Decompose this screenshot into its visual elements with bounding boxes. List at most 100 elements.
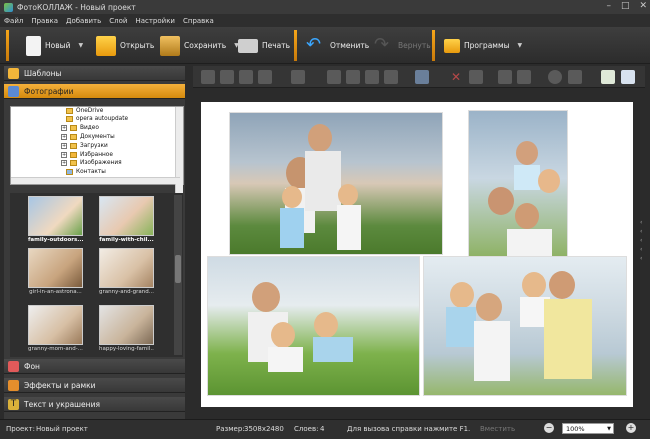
tree-item[interactable]: + Изображения xyxy=(61,159,122,167)
folder-icon xyxy=(70,125,77,131)
collage-photo[interactable] xyxy=(468,110,568,262)
side-collapse-arrows[interactable]: ‹ ‹ ‹ ‹ ‹ xyxy=(640,218,642,263)
expand-icon[interactable]: + xyxy=(61,143,67,149)
layer-down-icon[interactable] xyxy=(220,70,234,84)
redo-button[interactable]: ↷ Вернуть xyxy=(374,32,431,59)
printer-icon xyxy=(238,38,258,53)
tree-horizontal-scrollbar[interactable] xyxy=(11,177,180,184)
zoom-select[interactable]: 100% ▼ xyxy=(562,423,614,434)
new-button[interactable]: Новый ▼ xyxy=(26,32,83,59)
flip-vertical-icon[interactable] xyxy=(365,70,379,84)
thumbnail-image xyxy=(99,248,154,288)
toolbar-separator xyxy=(6,30,9,61)
flip-right-icon[interactable] xyxy=(346,70,360,84)
family-photo-image xyxy=(280,124,361,250)
photo-thumbnail[interactable]: granny-mom-and-... xyxy=(28,305,83,355)
menu-settings[interactable]: Настройки xyxy=(135,17,175,25)
expand-icon[interactable]: + xyxy=(61,160,67,166)
zoom-out-icon[interactable]: − xyxy=(544,423,554,433)
tree-item[interactable]: OneDrive xyxy=(66,107,103,115)
layer-back-icon[interactable] xyxy=(201,70,215,84)
undo-button[interactable]: ↶ Отменить xyxy=(306,32,369,59)
toolbar-separator xyxy=(294,30,297,61)
expand-icon[interactable]: + xyxy=(61,125,67,131)
photo-thumbnail[interactable]: granny-and-grand... xyxy=(99,248,154,298)
layer-front-icon[interactable] xyxy=(258,70,272,84)
chevron-down-icon[interactable]: ▼ xyxy=(607,424,611,434)
close-icon[interactable]: ✕ xyxy=(639,1,647,11)
project-label: Проект: xyxy=(6,425,35,433)
title-bar: ФотоКОЛЛАЖ - Новый проект – □ ✕ xyxy=(0,0,650,14)
thumbnail-image xyxy=(99,305,154,345)
effects-icon xyxy=(8,379,19,391)
flip-horizontal-icon[interactable] xyxy=(384,70,398,84)
collage-photo[interactable] xyxy=(207,256,420,396)
folder-icon xyxy=(70,143,77,149)
menu-help[interactable]: Справка xyxy=(183,17,214,25)
tree-item[interactable]: + Видео xyxy=(61,124,99,132)
tree-item[interactable]: + Документы xyxy=(61,133,115,141)
menu-file[interactable]: Файл xyxy=(4,17,23,25)
scrollbar-knob[interactable] xyxy=(175,255,181,283)
add-page-icon[interactable] xyxy=(601,70,615,84)
tree-item[interactable]: + Избранное xyxy=(61,151,113,159)
expand-icon[interactable]: + xyxy=(61,134,67,140)
panel-text[interactable]: T Текст и украшения xyxy=(4,397,185,412)
panel-effects[interactable]: Эффекты и рамки xyxy=(4,378,185,393)
crop-icon[interactable] xyxy=(469,70,483,84)
layer-up-icon[interactable] xyxy=(239,70,253,84)
menu-add[interactable]: Добавить xyxy=(66,17,101,25)
panel-templates[interactable]: Шаблоны xyxy=(4,66,185,81)
menu-edit[interactable]: Правка xyxy=(31,17,58,25)
photo-thumbnail[interactable]: family-outdoors... xyxy=(28,196,83,246)
thumbnail-image xyxy=(28,248,83,288)
collage-page[interactable] xyxy=(201,102,633,407)
open-button[interactable]: Открыть xyxy=(96,32,154,59)
delete-icon[interactable]: ✕ xyxy=(449,70,463,84)
layers-label: Слоев: xyxy=(294,425,319,433)
programs-button[interactable]: Программы ▼ xyxy=(444,32,522,59)
canvas-toolbar: ✕ xyxy=(193,66,645,88)
chevron-down-icon[interactable]: ▼ xyxy=(518,42,523,49)
collage-photo[interactable] xyxy=(423,256,627,396)
expand-icon[interactable]: + xyxy=(61,152,67,158)
zoom-in-icon[interactable]: + xyxy=(626,423,636,433)
menu-layer[interactable]: Слой xyxy=(109,17,127,25)
save-button[interactable]: Сохранить ▼ xyxy=(160,32,239,59)
star-icon xyxy=(70,152,77,158)
star-icon xyxy=(8,67,19,79)
folder-tree[interactable]: OneDrive opera autoupdate + Видео + Докуме… xyxy=(10,106,184,253)
photo-thumbnail[interactable]: happy-loving-famil... xyxy=(99,305,154,355)
family-photo-image xyxy=(248,282,353,372)
properties-icon[interactable] xyxy=(568,70,582,84)
flip-left-icon[interactable] xyxy=(327,70,341,84)
tree-item[interactable]: opera autoupdate xyxy=(66,115,128,123)
folder-icon xyxy=(70,134,77,140)
print-button[interactable]: Печать xyxy=(238,32,290,59)
chevron-down-icon[interactable]: ▼ xyxy=(78,42,83,49)
tree-item[interactable]: Контакты xyxy=(66,168,106,176)
size-value: 3508x2480 xyxy=(244,425,284,433)
minimize-icon[interactable]: – xyxy=(606,1,611,11)
folder-icon xyxy=(96,35,116,56)
gear-icon[interactable] xyxy=(548,70,562,84)
menu-bar: Файл Правка Добавить Слой Настройки Спра… xyxy=(0,14,650,27)
thumbnails-scrollbar[interactable] xyxy=(174,195,182,355)
frame-style-icon[interactable] xyxy=(415,70,429,84)
collage-photo[interactable] xyxy=(229,112,443,255)
maximize-icon[interactable]: □ xyxy=(621,1,630,11)
align-icon[interactable] xyxy=(291,70,305,84)
thumbnail-image xyxy=(28,196,83,236)
hand-icon[interactable] xyxy=(498,70,512,84)
text-icon: T xyxy=(8,398,19,410)
photos-icon xyxy=(8,85,19,97)
photo-thumbnail[interactable]: girl-in-an-astrona... xyxy=(28,248,83,298)
panel-photos[interactable]: Фотографии xyxy=(4,84,185,99)
photo-thumbnail[interactable]: family-with-chil... xyxy=(99,196,154,246)
family-photo-image xyxy=(446,271,592,381)
page-settings-icon[interactable] xyxy=(621,70,635,84)
fit-button[interactable]: Вместить xyxy=(480,425,515,433)
panel-background[interactable]: Фон xyxy=(4,359,185,374)
tree-item[interactable]: + Загрузки xyxy=(61,142,108,150)
arrow-icon[interactable] xyxy=(517,70,531,84)
